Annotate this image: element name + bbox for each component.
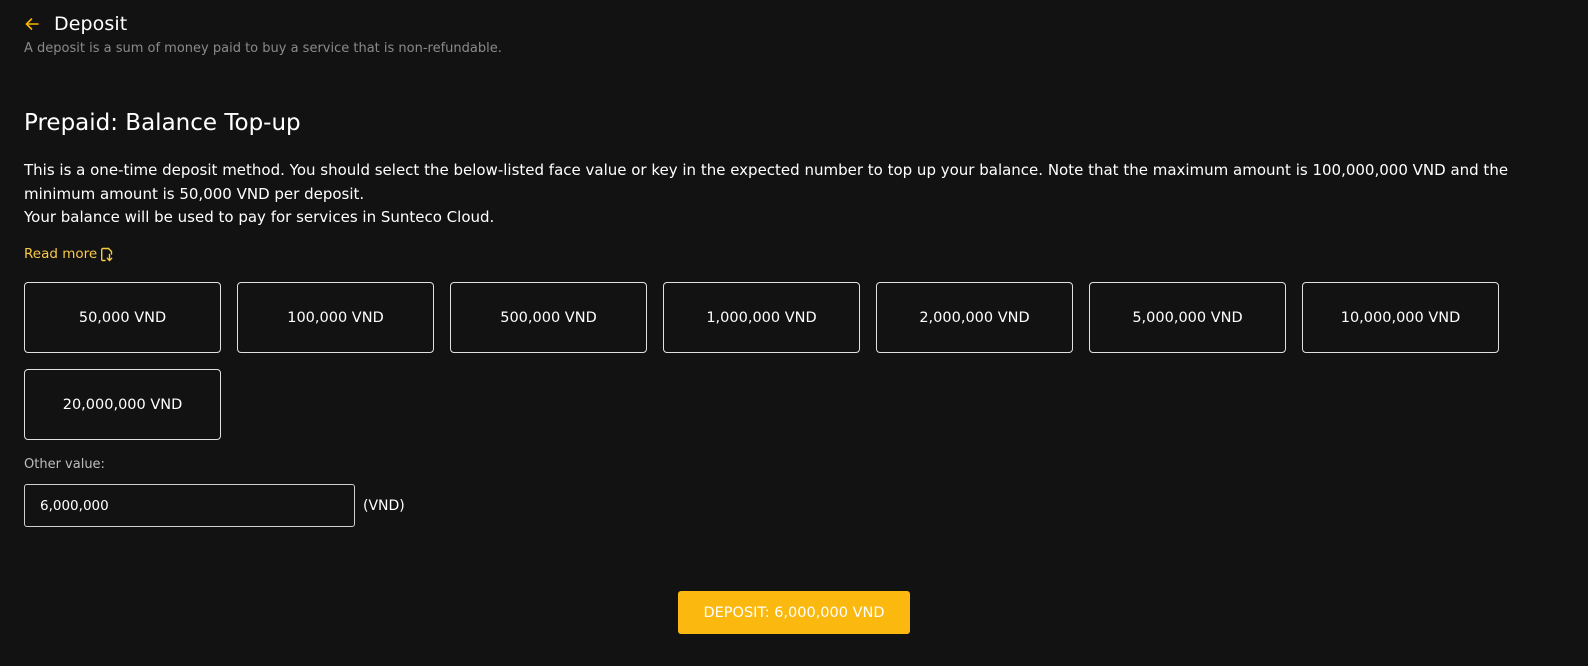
arrow-left-icon[interactable]: [24, 16, 40, 32]
deposit-page: Deposit A deposit is a sum of money paid…: [0, 0, 1588, 666]
face-value-option[interactable]: 1,000,000 VND: [663, 282, 860, 353]
section-description: This is a one-time deposit method. You s…: [24, 159, 1564, 230]
deposit-button[interactable]: DEPOSIT: 6,000,000 VND: [678, 591, 910, 634]
page-header: Deposit: [24, 11, 127, 37]
face-value-option[interactable]: 10,000,000 VND: [1302, 282, 1499, 353]
external-doc-icon: [100, 247, 114, 262]
face-value-option[interactable]: 500,000 VND: [450, 282, 647, 353]
section-title: Prepaid: Balance Top-up: [24, 110, 301, 136]
other-value-label: Other value:: [24, 457, 105, 472]
currency-unit-label: (VND): [363, 497, 405, 514]
read-more-link[interactable]: Read more: [24, 246, 114, 262]
face-value-option[interactable]: 50,000 VND: [24, 282, 221, 353]
face-value-option[interactable]: 100,000 VND: [237, 282, 434, 353]
face-value-option[interactable]: 5,000,000 VND: [1089, 282, 1286, 353]
face-value-option[interactable]: 2,000,000 VND: [876, 282, 1073, 353]
description-text-balance: Your balance will be used to pay for ser…: [24, 208, 495, 226]
face-value-option[interactable]: 20,000,000 VND: [24, 369, 221, 440]
page-title: Deposit: [54, 13, 128, 35]
read-more-label: Read more: [24, 246, 98, 262]
face-value-options: 50,000 VND 100,000 VND 500,000 VND 1,000…: [24, 282, 1524, 440]
description-text: This is a one-time deposit method. You s…: [24, 161, 1509, 203]
page-subtitle: A deposit is a sum of money paid to buy …: [24, 41, 502, 56]
other-value-input[interactable]: [24, 484, 355, 527]
other-value-row: (VND): [24, 484, 405, 527]
